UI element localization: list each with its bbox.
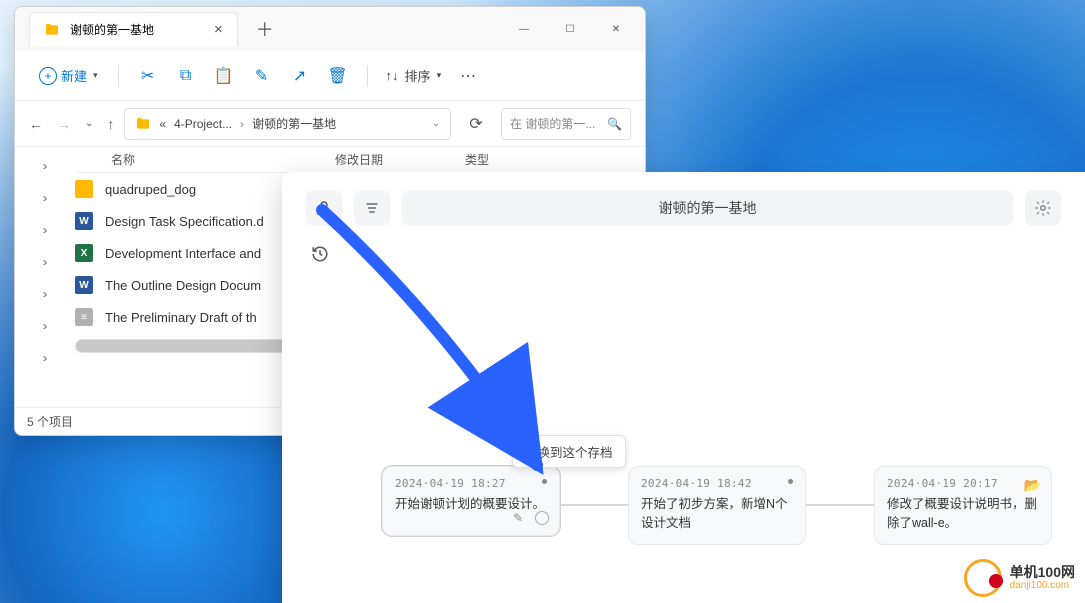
file-name: The Preliminary Draft of th [105, 310, 257, 325]
chevron-right-icon: › [240, 117, 244, 131]
paste-button[interactable]: 📋 [207, 59, 241, 93]
timestamp: 2024·04·19 18:42 [641, 477, 793, 490]
toolbar: + 新建 ▾ ✂ ⧉ 📋 ✎ ↗ 🗑 ↑↓ 排序 ▾ ⋯ [15, 51, 645, 101]
close-button[interactable]: ✕ [593, 11, 639, 47]
word-icon: W [75, 212, 93, 230]
tree-expand-icon[interactable]: › [43, 319, 48, 333]
chevron-down-icon: ▾ [93, 70, 98, 81]
status-dot [788, 479, 793, 484]
refresh-button[interactable]: ⟳ [461, 109, 491, 139]
settings-button[interactable] [1025, 190, 1061, 226]
search-icon: 🔍 [607, 117, 622, 131]
column-headers[interactable]: 名称 修改日期 类型 [75, 147, 645, 173]
timeline-connector [806, 504, 874, 506]
file-name: quadruped_dog [105, 182, 196, 197]
nav-bar: ← → ⌄ ↑ « 4-Project... › 谢顿的第一基地 ⌄ ⟳ 在 谢… [15, 101, 645, 147]
folder-icon [75, 180, 93, 198]
more-button[interactable]: ⋯ [451, 59, 485, 93]
tab-title: 谢顿的第一基地 [70, 21, 154, 38]
folder-icon [44, 22, 60, 38]
menu-icon [364, 200, 380, 216]
bc-level2[interactable]: 谢顿的第一基地 [252, 115, 336, 132]
tree-expand-icon[interactable]: › [43, 287, 48, 301]
separator [367, 65, 368, 87]
search-input[interactable]: 在 谢顿的第一... 🔍 [501, 108, 631, 140]
gear-icon [1034, 199, 1052, 217]
window-tab[interactable]: 谢顿的第一基地 × [29, 12, 238, 46]
sort-icon: ↑↓ [386, 68, 399, 83]
history-icon [311, 245, 329, 263]
bc-root: « [159, 117, 166, 131]
maximize-button[interactable]: ☐ [547, 11, 593, 47]
plus-icon: + [39, 67, 57, 85]
rename-button[interactable]: ✎ [245, 59, 279, 93]
col-name[interactable]: 名称 [75, 151, 335, 168]
up-button[interactable]: ↑ [107, 116, 114, 132]
user-icon [315, 199, 333, 217]
folder-icon [135, 116, 151, 132]
archive-card[interactable]: 2024·04·19 20:17 修改了概要设计说明书，删除了wall-e。📂 [874, 466, 1052, 545]
timeline: 2024·04·19 18:27开始谢顿计划的概要设计。✎2024·04·19 … [382, 466, 1085, 545]
search-placeholder: 在 谢顿的第一... [510, 115, 595, 132]
description: 开始了初步方案，新增N个设计文档 [641, 495, 793, 533]
forward-button[interactable]: → [57, 116, 71, 132]
timestamp: 2024·04·19 20:17 [887, 477, 1039, 490]
tree-expand-icon[interactable]: › [43, 255, 48, 269]
timestamp: 2024·04·19 18:27 [395, 477, 547, 490]
col-type[interactable]: 类型 [465, 151, 489, 168]
file-name: Design Task Specification.d [105, 214, 264, 229]
profile-button[interactable] [306, 190, 342, 226]
select-circle[interactable] [535, 511, 549, 525]
txt-icon: ≡ [75, 308, 93, 326]
folder-open-icon[interactable]: 📂 [1024, 477, 1041, 494]
nav-pane[interactable]: › › › › › › › [15, 147, 75, 407]
sort-button[interactable]: ↑↓ 排序 ▾ [380, 66, 448, 85]
title-bar[interactable]: 谢顿的第一基地 × ＋ — ☐ ✕ [15, 7, 645, 51]
share-button[interactable]: ↗ [283, 59, 317, 93]
new-button[interactable]: + 新建 ▾ [31, 60, 106, 91]
watermark-url: danji100.com [1010, 580, 1075, 591]
status-dot [542, 479, 547, 484]
watermark: 单机100网 danji100.com [964, 559, 1075, 597]
col-date[interactable]: 修改日期 [335, 151, 465, 168]
sort-label: 排序 [405, 66, 431, 85]
file-name: Development Interface and [105, 246, 261, 261]
back-button[interactable]: ← [29, 116, 43, 132]
recent-button[interactable]: ⌄ [85, 118, 93, 129]
tree-expand-icon[interactable]: › [43, 191, 48, 205]
watermark-icon [964, 559, 1002, 597]
close-tab-icon[interactable]: × [214, 21, 223, 38]
tree-expand-icon[interactable]: › [43, 223, 48, 237]
description: 修改了概要设计说明书，删除了wall-e。 [887, 495, 1039, 533]
tree-expand-icon[interactable]: › [43, 351, 48, 365]
cut-button[interactable]: ✂ [131, 59, 165, 93]
archive-card[interactable]: 2024·04·19 18:27开始谢顿计划的概要设计。✎ [382, 466, 560, 536]
tooltip: 切换到这个存档 [512, 435, 626, 468]
chevron-down-icon[interactable]: ⌄ [432, 118, 440, 129]
item-count: 5 个项目 [27, 413, 73, 430]
file-name: The Outline Design Docum [105, 278, 261, 293]
delete-button[interactable]: 🗑 [321, 59, 355, 93]
tree-expand-icon[interactable]: › [43, 159, 48, 173]
new-tab-button[interactable]: ＋ [250, 14, 280, 44]
breadcrumb[interactable]: « 4-Project... › 谢顿的第一基地 ⌄ [124, 108, 451, 140]
archive-app-window: 谢顿的第一基地 2024·04·19 18:27开始谢顿计划的概要设计。✎202… [282, 172, 1085, 603]
new-label: 新建 [61, 66, 87, 85]
watermark-title: 单机100网 [1010, 564, 1075, 580]
chevron-down-icon: ▾ [437, 70, 442, 81]
minimize-button[interactable]: — [501, 11, 547, 47]
copy-button[interactable]: ⧉ [169, 59, 203, 93]
edit-icon[interactable]: ✎ [513, 511, 527, 525]
archive-card[interactable]: 2024·04·19 18:42 开始了初步方案，新增N个设计文档 [628, 466, 806, 545]
history-button[interactable] [306, 240, 334, 268]
word-icon: W [75, 276, 93, 294]
separator [118, 65, 119, 87]
bc-level1[interactable]: 4-Project... [174, 117, 232, 131]
excel-icon: X [75, 244, 93, 262]
app-title[interactable]: 谢顿的第一基地 [402, 190, 1013, 226]
menu-button[interactable] [354, 190, 390, 226]
timeline-connector [560, 504, 628, 506]
